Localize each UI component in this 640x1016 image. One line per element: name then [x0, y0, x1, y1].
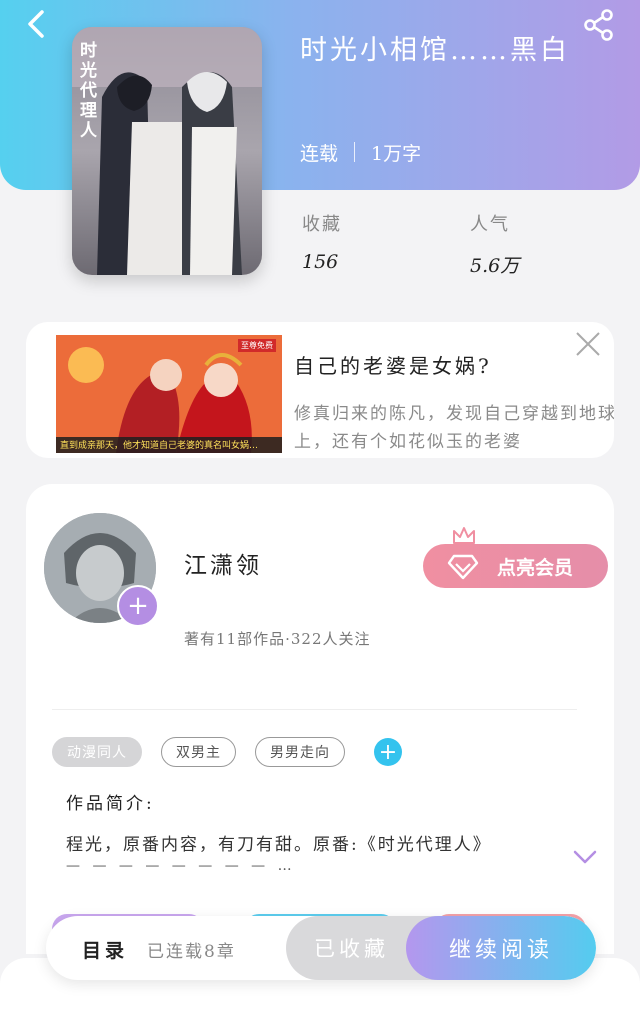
tag-list: 动漫同人 双男主 男男走向 +: [52, 737, 402, 767]
cover-illustration: [72, 27, 262, 275]
vip-button[interactable]: 点亮会员: [423, 544, 608, 588]
ad-illustration: [56, 335, 282, 453]
stat-popularity: 人气 5.6万: [470, 210, 519, 278]
continue-reading-button[interactable]: 继续阅读: [406, 916, 596, 980]
word-count: 1万字: [371, 142, 422, 165]
book-title: 时光小相馆……黑白: [300, 35, 570, 66]
chevron-down-icon[interactable]: [573, 849, 597, 865]
tag[interactable]: 动漫同人: [52, 737, 142, 767]
author-name[interactable]: 江潇领: [184, 546, 262, 580]
toc-button[interactable]: 目录: [82, 936, 128, 963]
meta-divider: [354, 142, 356, 162]
ad-banner[interactable]: 直到成亲那天，他才知道自己老婆的真名叫女娲… 至尊免费 自己的老婆是女娲? 修真…: [26, 322, 614, 458]
tag[interactable]: 男男走向: [255, 737, 345, 767]
follow-plus-button[interactable]: +: [117, 585, 159, 627]
intro-text: 程光，原番内容，有刀有甜。原番:《时光代理人》: [66, 835, 492, 855]
stat-favorites: 收藏 156: [302, 210, 342, 273]
ad-caption: 直到成亲那天，他才知道自己老婆的真名叫女娲…: [60, 441, 259, 451]
stat-value: 156: [302, 251, 339, 273]
intro-truncated: — — — — — — — — …: [66, 858, 296, 874]
add-tag-button[interactable]: +: [374, 738, 402, 766]
ad-description: 修真归来的陈凡，发现自己穿越到地球上，还有个如花似玉的老婆: [294, 404, 614, 452]
continue-reading-label: 继续阅读: [448, 938, 553, 963]
intro-label: 作品简介:: [66, 794, 155, 814]
ad-title[interactable]: 自己的老婆是女娲?: [294, 350, 492, 379]
stat-value: 5.6万: [470, 255, 520, 277]
stat-label: 收藏: [302, 214, 342, 235]
back-arrow-icon[interactable]: [22, 8, 54, 40]
vip-button-label: 点亮会员: [497, 556, 574, 579]
share-icon[interactable]: [582, 8, 616, 42]
collected-button-label: 已收藏: [314, 937, 389, 961]
ad-badge: 至尊免费: [238, 339, 276, 352]
bottom-action-bar: 目录 已连载8章 已收藏 继续阅读: [46, 916, 596, 980]
diamond-icon: [447, 554, 479, 580]
author-card: + 江潇领 著有11部作品·322人关注 点亮会员 动漫同人 双男主 男男走向 …: [26, 484, 614, 954]
book-cover[interactable]: 时光代理人: [72, 27, 262, 275]
serial-status: 连载: [300, 142, 339, 165]
author-meta: 著有11部作品·322人关注: [184, 630, 371, 648]
cover-title-text: 时光代理人: [80, 41, 97, 141]
close-icon[interactable]: [574, 330, 602, 358]
divider: [52, 709, 577, 710]
ad-image[interactable]: 直到成亲那天，他才知道自己老婆的真名叫女娲… 至尊免费: [56, 335, 282, 453]
tag[interactable]: 双男主: [161, 737, 236, 767]
chapter-count[interactable]: 已连载8章: [147, 937, 236, 962]
book-meta: 连载 1万字: [300, 137, 421, 167]
stat-label: 人气: [470, 214, 510, 235]
